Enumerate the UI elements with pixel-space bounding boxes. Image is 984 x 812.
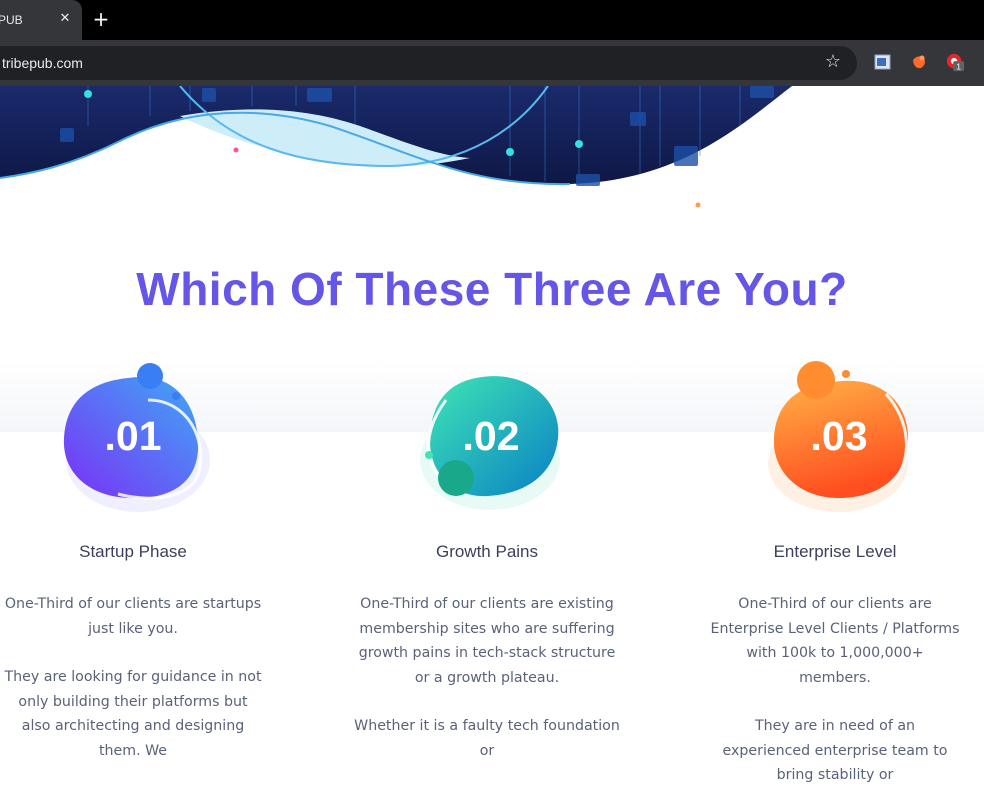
tier-1-column: Startup Phase One-Third of our clients a… bbox=[4, 540, 262, 787]
new-tab-button[interactable]: + bbox=[92, 9, 110, 29]
tab-close-icon[interactable]: ✕ bbox=[58, 11, 72, 25]
extension-screenshot-icon[interactable] bbox=[873, 52, 893, 72]
tier-3-title: Enterprise Level bbox=[773, 542, 897, 561]
extension-fox-icon[interactable] bbox=[909, 52, 929, 72]
tier-2-paragraph-1: One-Third of our clients are existing me… bbox=[358, 596, 616, 686]
tier-3-column: Enterprise Level One-Third of our client… bbox=[710, 540, 960, 812]
extension-badge-count: 1 bbox=[956, 62, 961, 71]
section-title: Which Of These Three Are You? bbox=[136, 263, 848, 315]
tab-strip: PUB ✕ + bbox=[0, 0, 984, 40]
tier-2-badge: .02 bbox=[406, 360, 576, 530]
tier-1-paragraph-1: One-Third of our clients are startups ju… bbox=[4, 596, 262, 637]
hero-wave-graphic bbox=[0, 86, 792, 208]
browser-tab[interactable]: PUB ✕ bbox=[0, 0, 82, 40]
tab-title: PUB bbox=[0, 13, 23, 27]
tier-3-number: .03 bbox=[810, 413, 868, 459]
tier-1-title: Startup Phase bbox=[79, 542, 187, 561]
tier-3-paragraph-2: They are in need of an experienced enter… bbox=[722, 718, 948, 783]
extension-badge-icon[interactable]: 1 bbox=[945, 52, 965, 72]
tier-2-column: Growth Pains One-Third of our clients ar… bbox=[352, 540, 622, 787]
tier-3-badge: .03 bbox=[754, 360, 924, 530]
tier-2-paragraph-2: Whether it is a faulty tech foundation o… bbox=[354, 718, 620, 759]
tier-3-paragraph-1: One-Third of our clients are Enterprise … bbox=[710, 596, 960, 686]
address-bar[interactable]: tribepub.com ☆ bbox=[0, 46, 857, 80]
tier-2-title: Growth Pains bbox=[435, 542, 539, 561]
tier-2-number: .02 bbox=[462, 413, 520, 459]
tier-1-paragraph-2: They are looking for guidance in not onl… bbox=[4, 669, 262, 759]
browser-toolbar: tribepub.com ☆ 1 bbox=[0, 40, 984, 86]
bookmark-star-icon[interactable]: ☆ bbox=[822, 51, 844, 73]
browser-chrome: PUB ✕ + tribepub.com ☆ 1 bbox=[0, 0, 984, 86]
tier-1-badge: .01 bbox=[48, 360, 218, 530]
tier-1-number: .01 bbox=[104, 413, 162, 459]
url-text: tribepub.com bbox=[2, 55, 83, 71]
